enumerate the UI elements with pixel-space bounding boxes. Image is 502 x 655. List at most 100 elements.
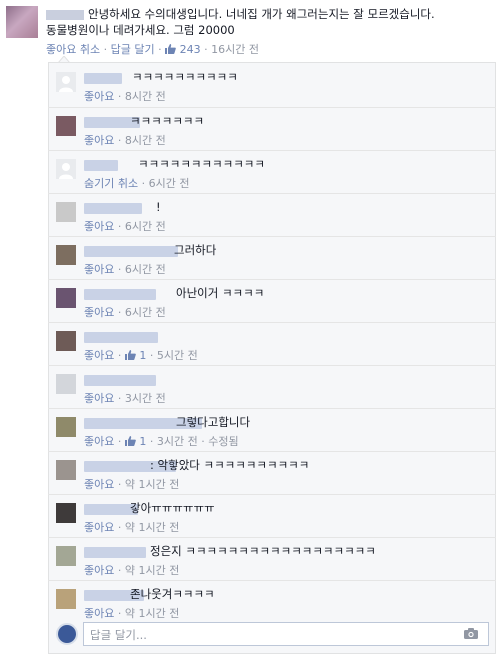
comment-timestamp[interactable]: 3시간 전 <box>157 435 198 448</box>
comment-meta: 좋아요 · 6시간 전 <box>84 306 166 319</box>
comment-timestamp[interactable]: 6시간 전 <box>149 177 190 190</box>
thumbs-up-icon <box>165 44 176 54</box>
comment-text: 그렇다고합니다 <box>176 415 251 429</box>
comment: 아난이거 ㅋㅋㅋㅋ 좋아요 · 6시간 전 <box>48 279 496 322</box>
comment: 그렇다고합니다좋아요 · 1 · 3시간 전 · 수정됨 <box>48 408 496 451</box>
comment-timestamp[interactable]: 약 1시간 전 <box>125 564 179 577</box>
edited-label[interactable]: 수정됨 <box>208 435 238 448</box>
commenter-avatar[interactable] <box>56 460 76 480</box>
comment-meta: 좋아요 · 1 · 5시간 전 <box>84 349 198 362</box>
comment: 좋아요 · 1 · 5시간 전 <box>48 322 496 365</box>
commenter-avatar[interactable] <box>56 72 76 92</box>
default-profile-icon <box>56 159 76 179</box>
comment: ㅋㅋㅋㅋㅋㅋㅋㅋㅋㅋㅋㅋ 숨기기 취소 · 6시간 전 <box>48 150 496 193</box>
comment-meta: 좋아요 · 약 1시간 전 <box>84 521 180 534</box>
comment-meta: 좋아요 · 8시간 전 <box>84 134 166 147</box>
commenter-avatar[interactable] <box>56 546 76 566</box>
commenter-avatar[interactable] <box>56 374 76 394</box>
comment-text: ㅋㅋㅋㅋㅋㅋㅋㅋㅋㅋㅋㅋ <box>138 157 265 171</box>
comment-timestamp[interactable]: 6시간 전 <box>125 220 166 233</box>
comment-timestamp[interactable]: 8시간 전 <box>125 90 166 103</box>
comment: 존나웃겨ㅋㅋㅋㅋ 좋아요 · 약 1시간 전 <box>48 580 496 623</box>
comment-like-link[interactable]: 좋아요 <box>84 220 114 233</box>
commenter-name-redacted[interactable] <box>84 375 156 386</box>
comment-like-link[interactable]: 좋아요 <box>84 392 114 405</box>
thumbs-up-icon <box>124 350 136 360</box>
comment-timestamp[interactable]: 약 1시간 전 <box>125 521 179 534</box>
commenter-name-redacted[interactable] <box>84 246 178 257</box>
comment-like-link[interactable]: 좋아요 <box>84 349 114 362</box>
comment-text: ! <box>156 200 161 214</box>
comment-like-link[interactable]: 좋아요 <box>84 306 114 319</box>
comment-meta: 숨기기 취소 · 6시간 전 <box>84 177 190 190</box>
commenter-avatar[interactable] <box>56 589 76 609</box>
comment-timestamp[interactable]: 5시간 전 <box>157 349 198 362</box>
comment-timestamp[interactable]: 6시간 전 <box>125 306 166 319</box>
comment-meta: 좋아요 · 약 1시간 전 <box>84 564 180 577</box>
comment-timestamp[interactable]: 약 1시간 전 <box>125 478 179 491</box>
comment-like-link[interactable]: 좋아요 <box>84 478 114 491</box>
comment: ㅋㅋㅋㅋㅋㅋㅋㅋㅋㅋ 좋아요 · 8시간 전 <box>48 64 496 107</box>
comment: 정은지 ㅋㅋㅋㅋㅋㅋㅋㅋㅋㅋㅋㅋㅋㅋㅋㅋㅋㅋ 좋아요 · 약 1시간 전 <box>48 537 496 580</box>
like-count[interactable]: 243 <box>165 43 204 56</box>
comment-like-count[interactable]: 1 <box>124 349 146 362</box>
comment-like-link[interactable]: 좋아요 <box>84 435 114 448</box>
comment-text: 그러하다 <box>174 243 217 257</box>
reply-box: 답글 달기... <box>56 622 489 647</box>
commenter-name-redacted[interactable] <box>84 547 146 558</box>
commenter-avatar[interactable] <box>56 288 76 308</box>
comment-like-link[interactable]: 좋아요 <box>84 607 114 620</box>
commenter-avatar[interactable] <box>56 503 76 523</box>
post-actions: 좋아요 취소 · 답글 달기 · 243 · 16시간 전 <box>46 43 259 56</box>
unlike-link[interactable]: 좋아요 취소 <box>46 43 100 56</box>
comment-meta: 좋아요 · 3시간 전 <box>84 392 166 405</box>
commenter-name-redacted[interactable] <box>84 73 122 84</box>
comment-text: 정은지 ㅋㅋㅋㅋㅋㅋㅋㅋㅋㅋㅋㅋㅋㅋㅋㅋㅋㅋ <box>150 544 376 558</box>
comment-timestamp[interactable]: 3시간 전 <box>125 392 166 405</box>
current-user-avatar <box>56 623 78 645</box>
commenter-avatar[interactable] <box>56 245 76 265</box>
comment-text: ㅋㅋㅋㅋㅋㅋㅋㅋㅋㅋ <box>132 70 238 84</box>
commenter-name-redacted[interactable] <box>84 332 158 343</box>
comment-text: : 악핳았다 ㅋㅋㅋㅋㅋㅋㅋㅋㅋㅋ <box>150 458 310 472</box>
comment-like-link[interactable]: 좋아요 <box>84 90 114 103</box>
post: 안녕하세요 수의대생입니다. 너네집 개가 왜그러는지는 잘 모르겠습니다. 동… <box>0 0 502 60</box>
comment-like-link[interactable]: 숨기기 취소 <box>84 177 138 190</box>
reply-link[interactable]: 답글 달기 <box>111 43 155 56</box>
commenter-avatar[interactable] <box>56 417 76 437</box>
comment-meta: 좋아요 · 6시간 전 <box>84 220 166 233</box>
comment: 갛아ㅠㅠㅠㅠㅠㅠ 좋아요 · 약 1시간 전 <box>48 494 496 537</box>
commenter-avatar[interactable] <box>56 331 76 351</box>
post-text-line1: 안녕하세요 수의대생입니다. 너네집 개가 왜그러는지는 잘 모르겠습니다. <box>88 7 435 21</box>
comment-text: ㅋㅋㅋㅋㅋㅋㅋ <box>130 114 205 128</box>
comment: ! 좋아요 · 6시간 전 <box>48 193 496 236</box>
reply-input[interactable]: 답글 달기... <box>83 622 489 646</box>
post-text-line2: 동물병원이나 데려가세요. 그럼 20000 <box>46 23 235 37</box>
post-author-name-redacted[interactable] <box>46 10 84 20</box>
comment-text: 존나웃겨ㅋㅋㅋㅋ <box>130 587 215 601</box>
comment-timestamp[interactable]: 약 1시간 전 <box>125 607 179 620</box>
comment-text: 아난이거 ㅋㅋㅋㅋ <box>176 286 265 300</box>
comment-like-link[interactable]: 좋아요 <box>84 263 114 276</box>
commenter-name-redacted[interactable] <box>84 203 142 214</box>
comment-meta: 좋아요 · 약 1시간 전 <box>84 607 180 620</box>
commenter-avatar[interactable] <box>56 159 76 179</box>
camera-icon[interactable] <box>464 628 478 639</box>
comment-meta: 좋아요 · 1 · 3시간 전 · 수정됨 <box>84 435 239 448</box>
commenter-avatar[interactable] <box>56 116 76 136</box>
comment: ㅋㅋㅋㅋㅋㅋㅋ 좋아요 · 8시간 전 <box>48 107 496 150</box>
post-author-avatar[interactable] <box>6 6 38 38</box>
post-timestamp[interactable]: 16시간 전 <box>211 43 259 56</box>
commenter-name-redacted[interactable] <box>84 160 118 171</box>
comment-like-link[interactable]: 좋아요 <box>84 521 114 534</box>
commenter-name-redacted[interactable] <box>84 289 156 300</box>
comment-timestamp[interactable]: 6시간 전 <box>125 263 166 276</box>
comment-like-link[interactable]: 좋아요 <box>84 564 114 577</box>
comment-meta: 좋아요 · 8시간 전 <box>84 90 166 103</box>
comment-timestamp[interactable]: 8시간 전 <box>125 134 166 147</box>
commenter-avatar[interactable] <box>56 202 76 222</box>
comment-like-count[interactable]: 1 <box>124 435 146 448</box>
comment-text: 갛아ㅠㅠㅠㅠㅠㅠ <box>130 501 215 515</box>
comment-like-link[interactable]: 좋아요 <box>84 134 114 147</box>
comment: : 악핳았다 ㅋㅋㅋㅋㅋㅋㅋㅋㅋㅋ 좋아요 · 약 1시간 전 <box>48 451 496 494</box>
